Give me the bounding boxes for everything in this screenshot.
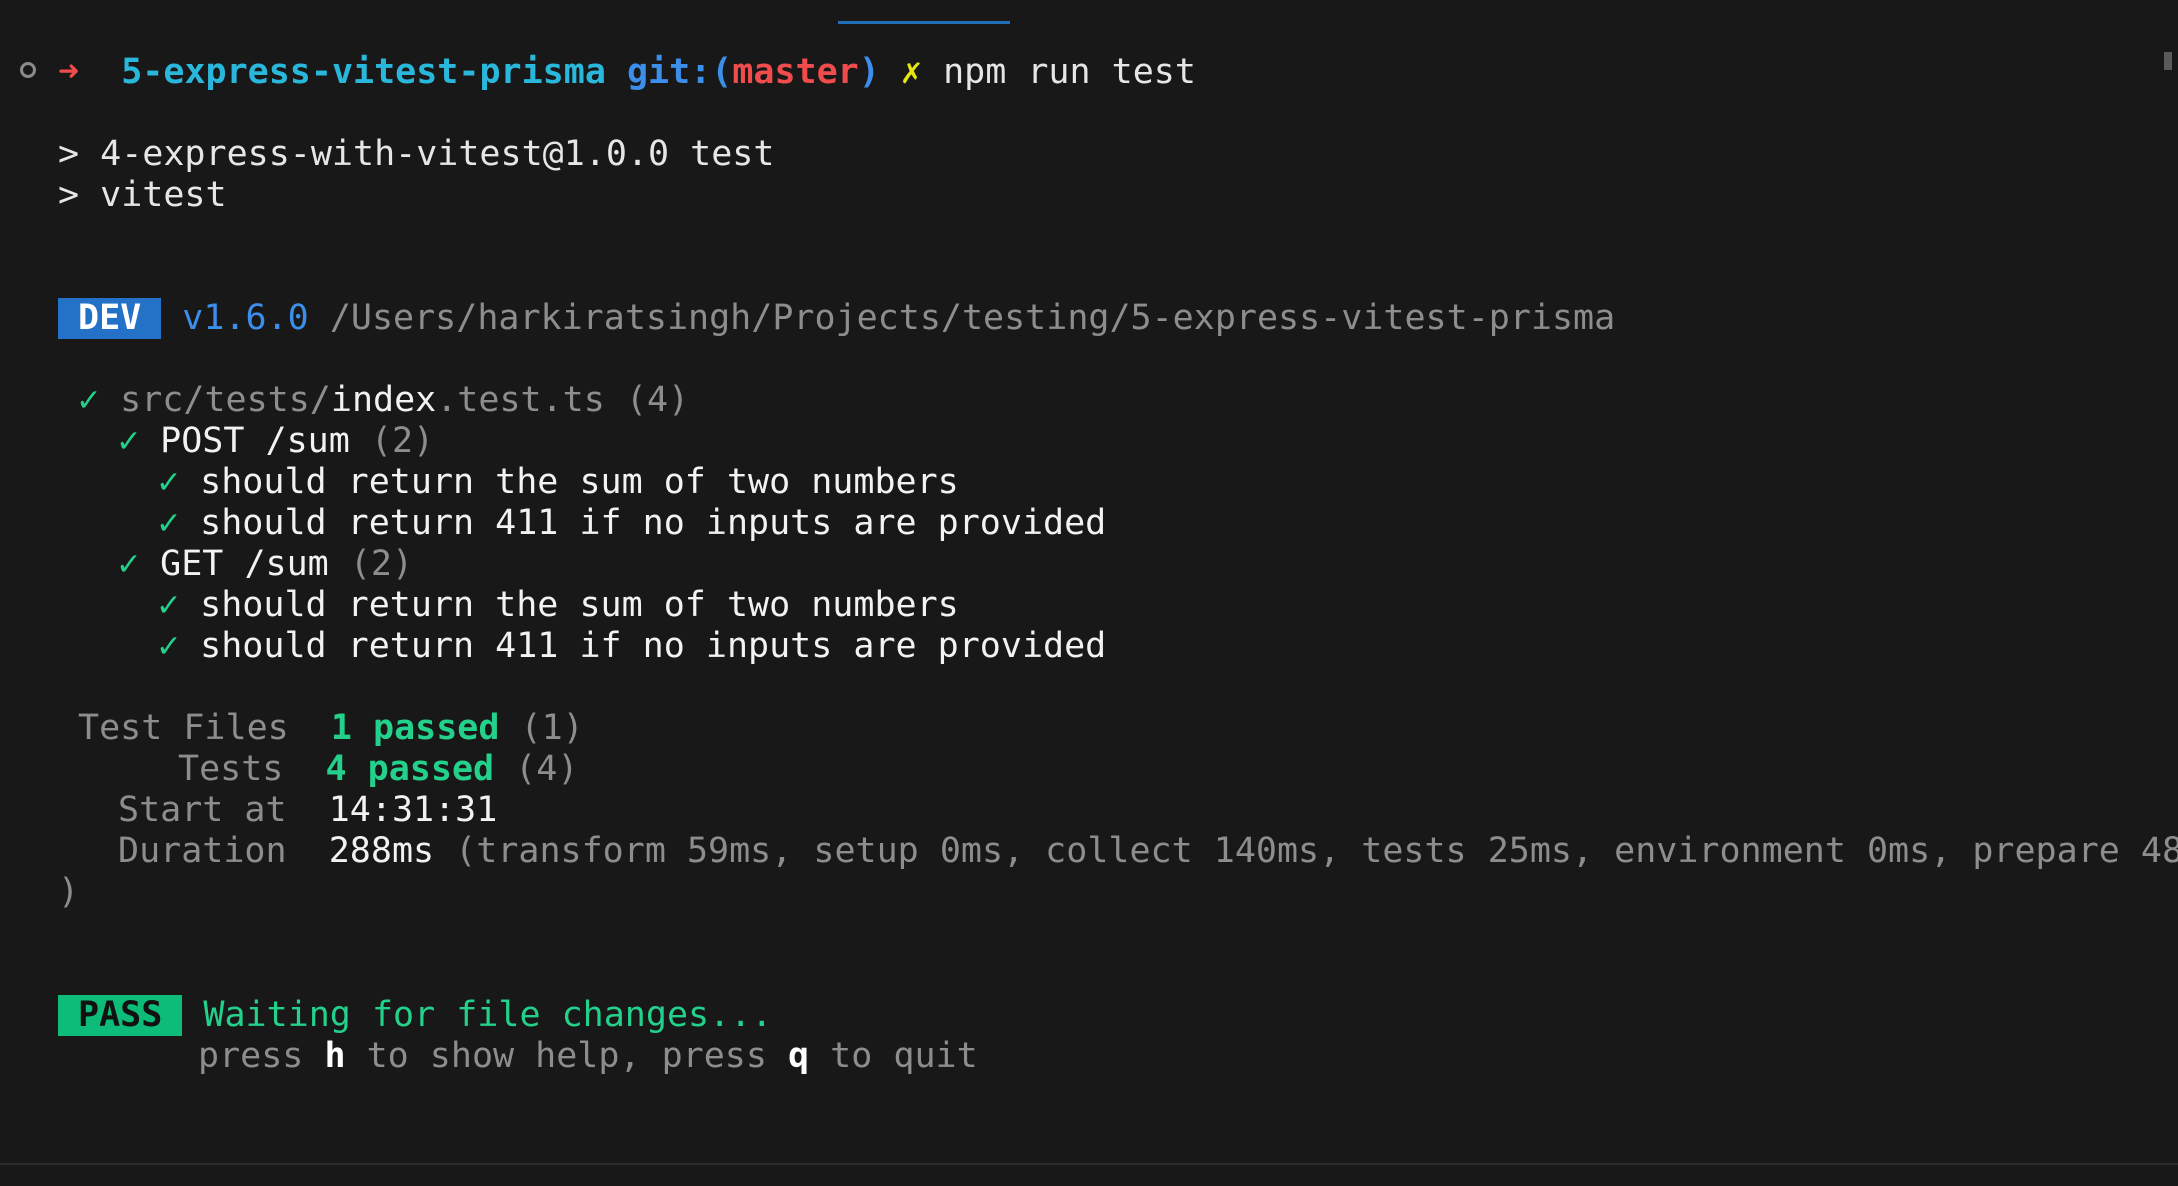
quit-key: q [788, 1036, 810, 1076]
test-file-dir: src/tests/ [120, 380, 331, 420]
check-icon: ✓ [118, 421, 140, 461]
test-file-line: ✓ src/tests/index.test.ts (4) [78, 380, 689, 421]
summary-duration: Duration 288ms (transform 59ms, setup 0m… [118, 831, 2178, 872]
test-file-ext: .test.ts [436, 380, 605, 420]
check-icon: ✓ [158, 626, 180, 666]
summary-label: Test Files [78, 708, 289, 748]
panel-focus-indicator [838, 21, 1010, 24]
suite-name: GET /sum [160, 544, 329, 584]
status-bar [0, 1163, 2178, 1186]
prompt-branch: master [732, 52, 859, 92]
prompt-git-suffix: ) [858, 52, 880, 92]
prompt-command: npm run test [943, 52, 1196, 92]
terminal-scrollbar[interactable] [2164, 52, 2172, 70]
suite-line: ✓ GET /sum (2) [118, 544, 413, 585]
test-case-name: should return 411 if no inputs are provi… [200, 626, 1107, 666]
test-case-line: ✓ should return 411 if no inputs are pro… [158, 626, 1106, 667]
test-file-count: (4) [625, 380, 690, 420]
help-key: h [324, 1036, 346, 1076]
summary-test-files: Test Files 1 passed (1) [78, 708, 584, 749]
summary-label: Tests [178, 749, 284, 789]
dev-badge: DEV [58, 298, 162, 339]
help-hint-text: press [198, 1036, 325, 1076]
prompt-line: ➜ 5-express-vitest-prisma git:(master) ✗… [58, 52, 1196, 93]
summary-label: Duration [118, 831, 287, 871]
suite-line: ✓ POST /sum (2) [118, 421, 434, 462]
dev-header: DEV v1.6.0 /Users/harkiratsingh/Projects… [58, 298, 1615, 339]
test-case-line: ✓ should return the sum of two numbers [158, 462, 959, 503]
vitest-version: v1.6.0 [182, 298, 309, 338]
suite-count: (2) [370, 421, 435, 461]
test-case-line: ✓ should return 411 if no inputs are pro… [158, 503, 1106, 544]
summary-passed: 1 passed [330, 708, 500, 748]
test-case-name: should return the sum of two numbers [200, 585, 959, 625]
pass-line: PASS Waiting for file changes... [58, 995, 772, 1036]
pass-badge: PASS [58, 995, 183, 1036]
suite-name: POST /sum [160, 421, 350, 461]
terminal-panel[interactable]: ➜ 5-express-vitest-prisma git:(master) ✗… [0, 0, 2178, 1186]
project-path: /Users/harkiratsingh/Projects/testing/5-… [329, 298, 1616, 338]
check-icon: ✓ [158, 462, 180, 502]
test-case-name: should return the sum of two numbers [200, 462, 959, 502]
check-icon: ✓ [118, 544, 140, 584]
check-icon: ✓ [158, 503, 180, 543]
test-file-name: index [330, 380, 437, 420]
summary-tests: Tests 4 passed (4) [178, 749, 578, 790]
check-icon: ✓ [78, 380, 100, 420]
summary-total: (4) [515, 749, 579, 789]
summary-label: Start at [118, 790, 287, 830]
watch-status: Waiting for file changes... [203, 995, 773, 1035]
npm-command-line: > vitest [58, 175, 227, 215]
prompt-arrow-icon: ➜ [58, 52, 80, 92]
test-case-line: ✓ should return the sum of two numbers [158, 585, 959, 626]
summary-duration-close: ) [58, 872, 80, 912]
summary-duration-detail: (transform 59ms, setup 0ms, collect 140m… [455, 831, 2178, 871]
prompt-git-prefix: git:( [626, 52, 733, 92]
prompt-directory: 5-express-vitest-prisma [121, 52, 606, 92]
help-hint: press h to show help, press q to quit [198, 1036, 978, 1077]
summary-start-value: 14:31:31 [328, 790, 498, 830]
test-case-name: should return 411 if no inputs are provi… [200, 503, 1107, 543]
summary-passed: 4 passed [325, 749, 495, 789]
help-hint-text: to quit [809, 1036, 978, 1076]
summary-duration-value: 288ms [328, 831, 435, 871]
check-icon: ✓ [158, 585, 180, 625]
summary-total: (1) [520, 708, 584, 748]
help-hint-text: to show help, press [345, 1036, 789, 1076]
suite-count: (2) [349, 544, 414, 584]
dirty-marker-icon: ✗ [900, 52, 922, 92]
summary-start: Start at 14:31:31 [118, 790, 497, 831]
npm-script-line: > 4-express-with-vitest@1.0.0 test [58, 134, 775, 174]
command-status-dot-icon [20, 62, 36, 78]
